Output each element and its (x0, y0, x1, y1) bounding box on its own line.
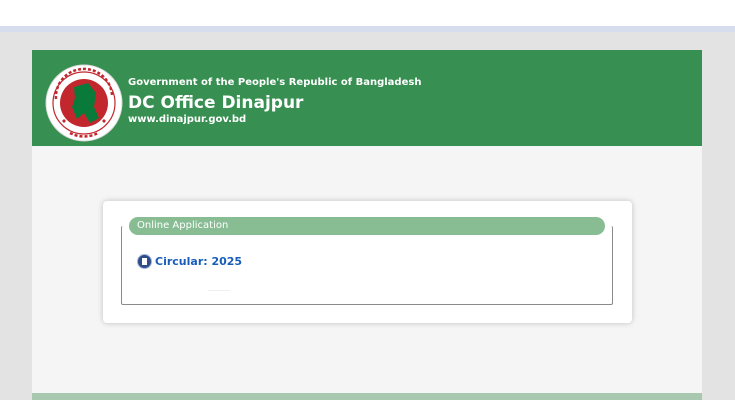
pdf-icon[interactable] (137, 253, 152, 269)
footer-strip (32, 393, 702, 400)
site-header: Government of the People's Republic of B… (32, 50, 702, 146)
bangladesh-government-seal-icon (45, 64, 123, 142)
website-url: www.dinajpur.gov.bd (128, 114, 247, 125)
circular-2025-link[interactable]: Circular: 2025 (155, 255, 242, 268)
government-line: Government of the People's Republic of B… (128, 77, 422, 88)
online-application-card: Online Application Circular: 2025 (103, 201, 632, 323)
circular-link-item[interactable]: Circular: 2025 (137, 252, 242, 270)
office-title: DC Office Dinajpur (128, 93, 304, 113)
header-text-block: Government of the People's Republic of B… (128, 76, 421, 126)
browser-top-bar (0, 0, 735, 32)
faint-divider (208, 290, 230, 291)
page-container: Government of the People's Republic of B… (32, 50, 702, 400)
application-legend: Online Application (129, 217, 605, 235)
